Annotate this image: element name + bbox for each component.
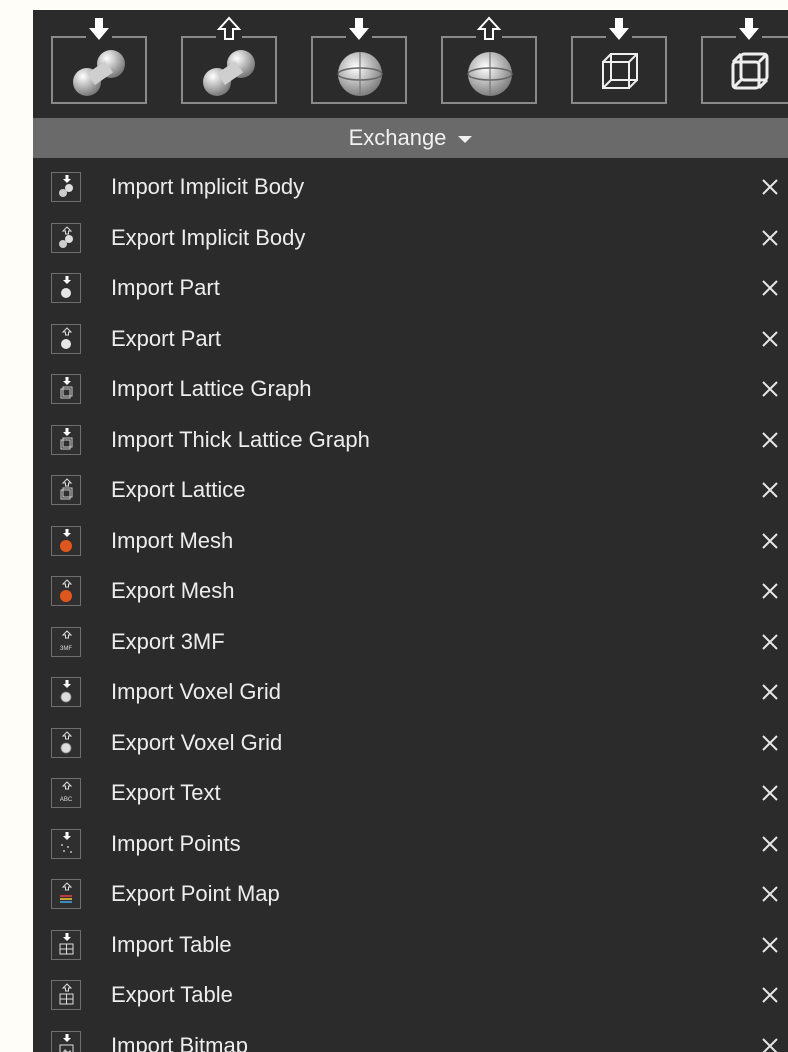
list-item[interactable]: Export Lattice [33, 465, 788, 515]
solid-down-arrow-icon [606, 16, 632, 42]
list-item-label: Export Lattice [111, 477, 246, 502]
export-voxel-grid-icon [51, 727, 81, 758]
list-item[interactable]: 3MF Export 3MF [33, 617, 788, 667]
import-points-icon [51, 828, 81, 859]
toolbar-import-implicit-body-button[interactable] [41, 16, 159, 116]
list-item-label: Import Mesh [111, 527, 234, 553]
list-item-label: Export Text [111, 780, 221, 805]
list-item-label: Import Thick Lattice Graph [111, 426, 370, 452]
list-item-label: Import Part [111, 275, 220, 300]
close-icon[interactable] [758, 428, 782, 452]
import-table-icon [51, 929, 81, 960]
list-item[interactable]: Import Mesh [33, 516, 788, 566]
implicit-body-icon [203, 50, 255, 96]
close-icon[interactable] [758, 731, 782, 755]
outline-up-arrow-icon [476, 16, 502, 42]
toolbar-export-part-button[interactable] [431, 16, 549, 116]
list-item-label: Import Table [111, 931, 232, 957]
export-text-icon: ABC [51, 778, 81, 808]
list-item-label: Export 3MF [111, 628, 225, 654]
toolbar-export-implicit-body-button[interactable] [171, 16, 289, 116]
list-item[interactable]: Import Implicit Body [33, 162, 788, 212]
list-item[interactable]: Export Mesh [33, 566, 788, 616]
import-mesh-icon [51, 525, 81, 556]
part-sphere-icon [337, 52, 383, 96]
close-icon[interactable] [758, 680, 782, 704]
import-bitmap-icon [51, 1030, 81, 1052]
list-item[interactable]: Import Bitmap [33, 1021, 788, 1052]
list-item-label: Export Mesh [111, 578, 235, 603]
list-item-label: Import Implicit Body [111, 174, 305, 199]
close-icon[interactable] [758, 630, 782, 654]
close-icon[interactable] [758, 781, 782, 805]
list-item[interactable]: ABC Export Text [33, 768, 788, 818]
import-thick-lattice-graph-icon [51, 424, 81, 455]
lattice-cube-icon [602, 53, 638, 89]
list-item-label: Import Bitmap [111, 1032, 248, 1052]
toolbar-import-thick-lattice-graph-button[interactable] [691, 16, 788, 116]
toolbar [33, 10, 788, 118]
list-item[interactable]: Import Voxel Grid [33, 667, 788, 717]
list-item[interactable]: Export Part [33, 314, 788, 364]
list-item[interactable]: Export Point Map [33, 869, 788, 919]
implicit-body-icon [73, 50, 125, 96]
section-header-exchange[interactable]: Exchange [33, 118, 788, 158]
list-item[interactable]: Import Thick Lattice Graph [33, 415, 788, 465]
close-icon[interactable] [758, 983, 782, 1007]
toolbar-import-lattice-graph-button[interactable] [561, 16, 679, 116]
close-icon[interactable] [758, 1034, 782, 1052]
export-mesh-icon [51, 576, 81, 606]
solid-down-arrow-icon [736, 16, 762, 42]
close-icon[interactable] [758, 529, 782, 553]
close-icon[interactable] [758, 276, 782, 300]
export-3mf-icon: 3MF [51, 626, 81, 657]
list-item[interactable]: Export Table [33, 970, 788, 1020]
section-title: Exchange [348, 125, 447, 150]
list-item[interactable]: Export Voxel Grid [33, 718, 788, 768]
caret-down-icon [458, 135, 473, 143]
close-icon[interactable] [758, 478, 782, 502]
close-icon[interactable] [758, 175, 782, 199]
list-item-label: Import Lattice Graph [111, 376, 312, 401]
import-lattice-graph-icon [51, 374, 81, 404]
close-icon[interactable] [758, 226, 782, 250]
export-lattice-icon [51, 475, 81, 505]
list-item-label: Export Point Map [111, 881, 280, 906]
close-icon[interactable] [758, 933, 782, 957]
toolbar-import-part-button[interactable] [301, 16, 419, 116]
import-voxel-grid-icon [51, 677, 81, 707]
export-table-icon [51, 980, 81, 1010]
export-part-icon [51, 323, 81, 354]
list-item-label: Import Voxel Grid [111, 679, 281, 704]
solid-down-arrow-icon [346, 16, 372, 42]
svg-text:3MF: 3MF [60, 646, 72, 652]
close-icon[interactable] [758, 579, 782, 603]
export-implicit-body-icon [51, 222, 81, 253]
list-item[interactable]: Export Implicit Body [33, 213, 788, 263]
list-item-label: Export Table [111, 982, 233, 1007]
import-part-icon [51, 273, 81, 303]
list-item-label: Export Voxel Grid [111, 729, 283, 755]
list-item[interactable]: Import Part [33, 263, 788, 313]
list-item[interactable]: Import Lattice Graph [33, 364, 788, 414]
part-sphere-icon [467, 52, 513, 96]
list-item-label: Export Implicit Body [111, 224, 306, 250]
list-item[interactable]: Import Table [33, 920, 788, 970]
svg-text:ABC: ABC [60, 797, 73, 803]
export-point-map-icon [51, 879, 81, 909]
close-icon[interactable] [758, 327, 782, 351]
import-implicit-body-icon [51, 172, 81, 202]
list-item-label: Import Points [111, 830, 241, 856]
solid-down-arrow-icon [86, 16, 112, 42]
close-icon[interactable] [758, 882, 782, 906]
thick-lattice-cube-icon [731, 52, 769, 90]
exchange-panel: Exchange Import Implicit Body Export Impl… [33, 10, 788, 1052]
close-icon[interactable] [758, 832, 782, 856]
list-item-label: Export Part [111, 325, 222, 351]
outline-up-arrow-icon [216, 16, 242, 42]
list-item[interactable]: Import Points [33, 819, 788, 869]
close-icon[interactable] [758, 377, 782, 401]
